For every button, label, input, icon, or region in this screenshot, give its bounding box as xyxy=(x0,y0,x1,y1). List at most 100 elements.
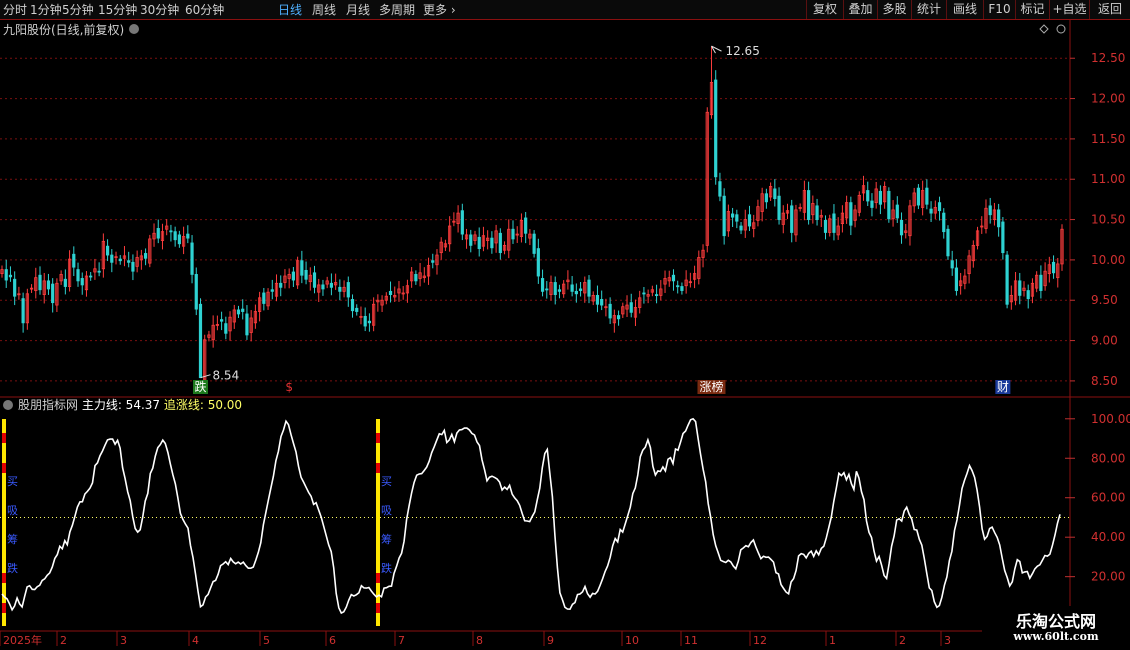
candle-body xyxy=(735,214,739,222)
signal-red-0-0 xyxy=(2,433,6,443)
signal-red-1-0 xyxy=(376,433,380,443)
signal-text-1-0: 买 xyxy=(381,475,392,488)
candle-body xyxy=(671,274,676,282)
candle-body xyxy=(557,289,562,292)
toolbar-btn-8[interactable]: 返回 xyxy=(1089,0,1130,19)
signal-text-1-1: 吸 xyxy=(381,504,392,517)
candle-body xyxy=(946,228,950,257)
candle-body xyxy=(245,313,249,336)
candle-body xyxy=(1001,221,1005,254)
candle-body xyxy=(511,228,515,240)
low-label: 8.54 xyxy=(212,369,239,383)
indicator-header: 股朋指标网 主力线: 54.37 追涨线: 50.00 xyxy=(18,397,242,412)
candle-body xyxy=(300,260,304,276)
candle-body xyxy=(270,289,274,292)
period-0[interactable]: 分时 xyxy=(3,2,27,18)
candle-body xyxy=(38,274,42,291)
candle-body xyxy=(849,202,853,226)
toolbar-btn-0[interactable]: 复权 xyxy=(806,0,843,19)
event-marker-3: 财 xyxy=(997,380,1009,394)
candle-body xyxy=(578,288,583,291)
candle-body xyxy=(477,236,481,250)
ktick-label-7: 12.00 xyxy=(1091,92,1125,106)
xlabel-5: 6 xyxy=(329,634,336,647)
candle-body xyxy=(220,319,224,322)
signal-red-0-3 xyxy=(2,603,6,613)
xlabel-1: 2 xyxy=(60,634,67,647)
signal-text-0-0: 买 xyxy=(7,475,18,488)
period-7[interactable]: 周线 xyxy=(312,2,336,18)
candle-body xyxy=(937,202,942,212)
toolbar-btn-3[interactable]: 统计 xyxy=(911,0,946,19)
candle-body xyxy=(173,231,177,241)
candle-body xyxy=(536,248,540,277)
candle-body xyxy=(190,242,194,275)
period-10[interactable]: 更多 › xyxy=(423,2,456,18)
itick-label-2: 60.00 xyxy=(1091,491,1125,505)
signal-text-1-2: 筹 xyxy=(381,532,392,546)
candle-body xyxy=(916,187,921,206)
itick-label-1: 40.00 xyxy=(1091,530,1125,544)
candle-body xyxy=(878,190,883,205)
candle-body xyxy=(431,260,435,263)
candle-body xyxy=(177,234,181,245)
candle-body xyxy=(730,213,735,218)
period-6[interactable]: 日线 xyxy=(278,2,302,18)
candle-body xyxy=(629,302,633,313)
ktick-label-2: 9.50 xyxy=(1091,293,1118,307)
candle-body xyxy=(76,269,80,282)
toolbar-btn-1[interactable]: 叠加 xyxy=(843,0,877,19)
candle-body xyxy=(1026,290,1030,300)
period-8[interactable]: 月线 xyxy=(346,2,370,18)
period-toolbar: 分时 1分钟 5分钟 15分钟 30分钟 60分钟 日线 周线 月线 多周期 更多 › 复权 叠加 多股统… xyxy=(0,0,1130,20)
candle-body xyxy=(143,253,148,259)
toolbar-btn-4[interactable]: 画线 xyxy=(946,0,983,19)
period-3[interactable]: 15分钟 xyxy=(98,2,137,18)
ktick-label-4: 10.50 xyxy=(1091,213,1125,227)
toolbar-btn-2[interactable]: 多股 xyxy=(877,0,911,19)
event-marker-0: 跌 xyxy=(194,379,206,394)
candle-body xyxy=(363,315,367,327)
signal-text-1-3: 跌 xyxy=(381,561,392,575)
candle-body xyxy=(262,292,266,304)
chevron-down-icon xyxy=(129,24,139,34)
candle-body xyxy=(1039,274,1043,291)
candle-body xyxy=(97,270,101,273)
itick-label-0: 20.00 xyxy=(1091,570,1125,584)
candle-body xyxy=(156,228,160,239)
toolbar-btn-7[interactable]: +自选 xyxy=(1049,0,1089,19)
chevron-down-icon xyxy=(3,400,13,410)
period-1[interactable]: 1分钟 xyxy=(30,2,62,18)
itick-label-3: 80.00 xyxy=(1091,451,1125,465)
candle-body xyxy=(773,188,777,199)
candle-body xyxy=(950,260,954,269)
period-9[interactable]: 多周期 xyxy=(379,2,415,18)
candle-body xyxy=(887,190,891,220)
candle-body xyxy=(925,187,929,205)
candle-body xyxy=(654,294,659,296)
candle-body xyxy=(747,214,752,227)
period-5[interactable]: 60分钟 xyxy=(185,2,224,18)
candle-body xyxy=(241,308,245,312)
candle-body xyxy=(1018,280,1022,296)
signal-red-0-2 xyxy=(2,573,6,583)
toolbar-btn-5[interactable]: F10 xyxy=(983,0,1015,19)
candle-body xyxy=(350,299,355,312)
xlabel-13: 2 xyxy=(899,634,906,647)
candle-body xyxy=(118,258,122,262)
xlabel-4: 5 xyxy=(263,634,270,647)
ktick-label-0: 8.50 xyxy=(1091,374,1118,388)
period-4[interactable]: 30分钟 xyxy=(140,2,179,18)
candle-body xyxy=(997,209,1001,228)
toolbar-btn-6[interactable]: 标记 xyxy=(1015,0,1049,19)
candle-body xyxy=(540,278,545,292)
period-2[interactable]: 5分钟 xyxy=(62,2,94,18)
xlabel-6: 7 xyxy=(398,634,405,647)
diamond-icon xyxy=(1039,24,1049,34)
candle-body xyxy=(870,200,874,208)
signal-red-0-1 xyxy=(2,463,6,473)
kline-title: 九阳股份(日线,前复权) xyxy=(3,22,124,37)
candle-body xyxy=(608,303,612,319)
xlabel-8: 9 xyxy=(547,634,554,647)
candle-body xyxy=(676,285,680,288)
